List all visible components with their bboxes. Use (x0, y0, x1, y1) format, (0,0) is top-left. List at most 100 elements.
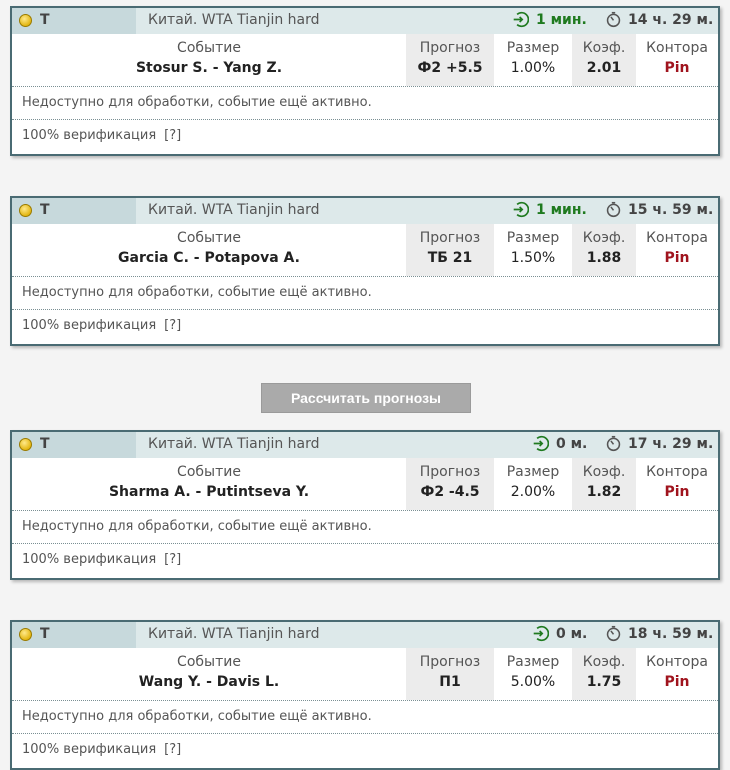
stopwatch-icon (606, 11, 621, 28)
coef-label: Коэф. (582, 654, 626, 670)
sport-cell: Т (12, 198, 136, 224)
login-arrow-icon (533, 625, 549, 642)
stopwatch-icon (606, 625, 621, 642)
book-value: Pin (664, 250, 690, 266)
forecast-value: П1 (439, 674, 461, 690)
event-column: Событие Sharma A. - Putintseva Y. (12, 458, 406, 510)
start-timer: 0 м. (556, 436, 588, 452)
bet-row: Событие Wang Y. - Davis L. Прогноз П1 Ра… (12, 648, 718, 701)
league-name: Китай. WTA Tianjin hard (148, 12, 320, 28)
time-left: 17 ч. 29 м. (628, 436, 714, 452)
bet-card: Т Китай. WTA Tianjin hard 0 м. 18 ч. 59 … (10, 620, 720, 770)
event-column: Событие Stosur S. - Yang Z. (12, 34, 406, 86)
bet-card: Т Китай. WTA Tianjin hard 1 мин. 15 ч. 5… (10, 196, 720, 346)
size-value: 5.00% (510, 674, 556, 690)
bet-card: Т Китай. WTA Tianjin hard 0 м. 17 ч. 29 … (10, 430, 720, 580)
coef-column: Коэф. 1.82 (572, 458, 636, 510)
start-timer: 1 мин. (536, 202, 587, 218)
forecast-column: Прогноз Ф2 -4.5 (406, 458, 494, 510)
book-column: Контора Pin (636, 224, 718, 276)
status-note: Недоступно для обработки, событие ещё ак… (12, 701, 718, 734)
size-column: Размер 1.00% (494, 34, 572, 86)
verification-text: 100% верификация (22, 318, 157, 333)
size-label: Размер (506, 40, 560, 56)
start-timer: 1 мин. (536, 12, 587, 28)
tennis-ball-icon (19, 204, 32, 217)
sport-code: Т (40, 12, 50, 28)
book-label: Контора (646, 654, 708, 670)
event-label: Событие (177, 654, 241, 670)
event-label: Событие (177, 230, 241, 246)
book-label: Контора (646, 40, 708, 56)
book-column: Контора Pin (636, 458, 718, 510)
start-timer: 0 м. (556, 626, 588, 642)
sport-cell: Т (12, 622, 136, 648)
forecast-label: Прогноз (419, 40, 481, 56)
verification-row: 100% верификация [?] (12, 120, 718, 154)
login-arrow-icon (533, 435, 549, 452)
size-label: Размер (506, 230, 560, 246)
forecast-label: Прогноз (419, 654, 481, 670)
help-link[interactable]: [?] (164, 318, 181, 333)
sport-cell: Т (12, 432, 136, 458)
time-left: 14 ч. 29 м. (628, 12, 714, 28)
size-label: Размер (506, 464, 560, 480)
verification-text: 100% верификация (22, 128, 157, 143)
bet-card: Т Китай. WTA Tianjin hard 1 мин. 14 ч. 2… (10, 6, 720, 156)
coef-label: Коэф. (582, 464, 626, 480)
tennis-ball-icon (19, 628, 32, 641)
help-link[interactable]: [?] (164, 742, 181, 757)
status-note: Недоступно для обработки, событие ещё ак… (12, 277, 718, 310)
help-link[interactable]: [?] (164, 552, 181, 567)
forecast-label: Прогноз (419, 230, 481, 246)
coef-column: Коэф. 1.88 (572, 224, 636, 276)
card-header: Т Китай. WTA Tianjin hard 1 мин. 15 ч. 5… (12, 198, 718, 224)
event-label: Событие (177, 40, 241, 56)
verification-text: 100% верификация (22, 552, 157, 567)
forecast-value: Ф2 +5.5 (417, 60, 483, 76)
book-column: Контора Pin (636, 34, 718, 86)
coef-column: Коэф. 1.75 (572, 648, 636, 700)
card-header: Т Китай. WTA Tianjin hard 1 мин. 14 ч. 2… (12, 8, 718, 34)
help-link[interactable]: [?] (164, 128, 181, 143)
tennis-ball-icon (19, 14, 32, 27)
book-label: Контора (646, 464, 708, 480)
coef-value: 2.01 (586, 60, 622, 76)
verification-row: 100% верификация [?] (12, 734, 718, 768)
verification-text: 100% верификация (22, 742, 157, 757)
size-label: Размер (506, 654, 560, 670)
coef-value: 1.82 (586, 484, 622, 500)
verification-row: 100% верификация [?] (12, 310, 718, 344)
bet-row: Событие Stosur S. - Yang Z. Прогноз Ф2 +… (12, 34, 718, 87)
forecast-column: Прогноз Ф2 +5.5 (406, 34, 494, 86)
forecast-value: Ф2 -4.5 (420, 484, 480, 500)
coef-label: Коэф. (582, 40, 626, 56)
forecast-column: Прогноз П1 (406, 648, 494, 700)
tennis-ball-icon (19, 438, 32, 451)
status-note: Недоступно для обработки, событие ещё ак… (12, 87, 718, 120)
calculate-forecasts-button[interactable]: Рассчитать прогнозы (261, 383, 471, 413)
card-header: Т Китай. WTA Tianjin hard 0 м. 17 ч. 29 … (12, 432, 718, 458)
status-note: Недоступно для обработки, событие ещё ак… (12, 511, 718, 544)
book-value: Pin (664, 674, 690, 690)
stopwatch-icon (606, 435, 621, 452)
bet-row: Событие Garcia C. - Potapova A. Прогноз … (12, 224, 718, 277)
coef-label: Коэф. (582, 230, 626, 246)
bet-row: Событие Sharma A. - Putintseva Y. Прогно… (12, 458, 718, 511)
coef-value: 1.88 (586, 250, 622, 266)
event-column: Событие Wang Y. - Davis L. (12, 648, 406, 700)
coef-value: 1.75 (586, 674, 622, 690)
sport-code: Т (40, 202, 50, 218)
size-column: Размер 5.00% (494, 648, 572, 700)
size-value: 1.00% (510, 60, 556, 76)
league-name: Китай. WTA Tianjin hard (148, 202, 320, 218)
time-left: 15 ч. 59 м. (628, 202, 714, 218)
sport-cell: Т (12, 8, 136, 34)
size-column: Размер 2.00% (494, 458, 572, 510)
card-header: Т Китай. WTA Tianjin hard 0 м. 18 ч. 59 … (12, 622, 718, 648)
book-label: Контора (646, 230, 708, 246)
event-name: Stosur S. - Yang Z. (135, 60, 283, 76)
event-label: Событие (177, 464, 241, 480)
event-name: Sharma A. - Putintseva Y. (108, 484, 310, 500)
size-column: Размер 1.50% (494, 224, 572, 276)
